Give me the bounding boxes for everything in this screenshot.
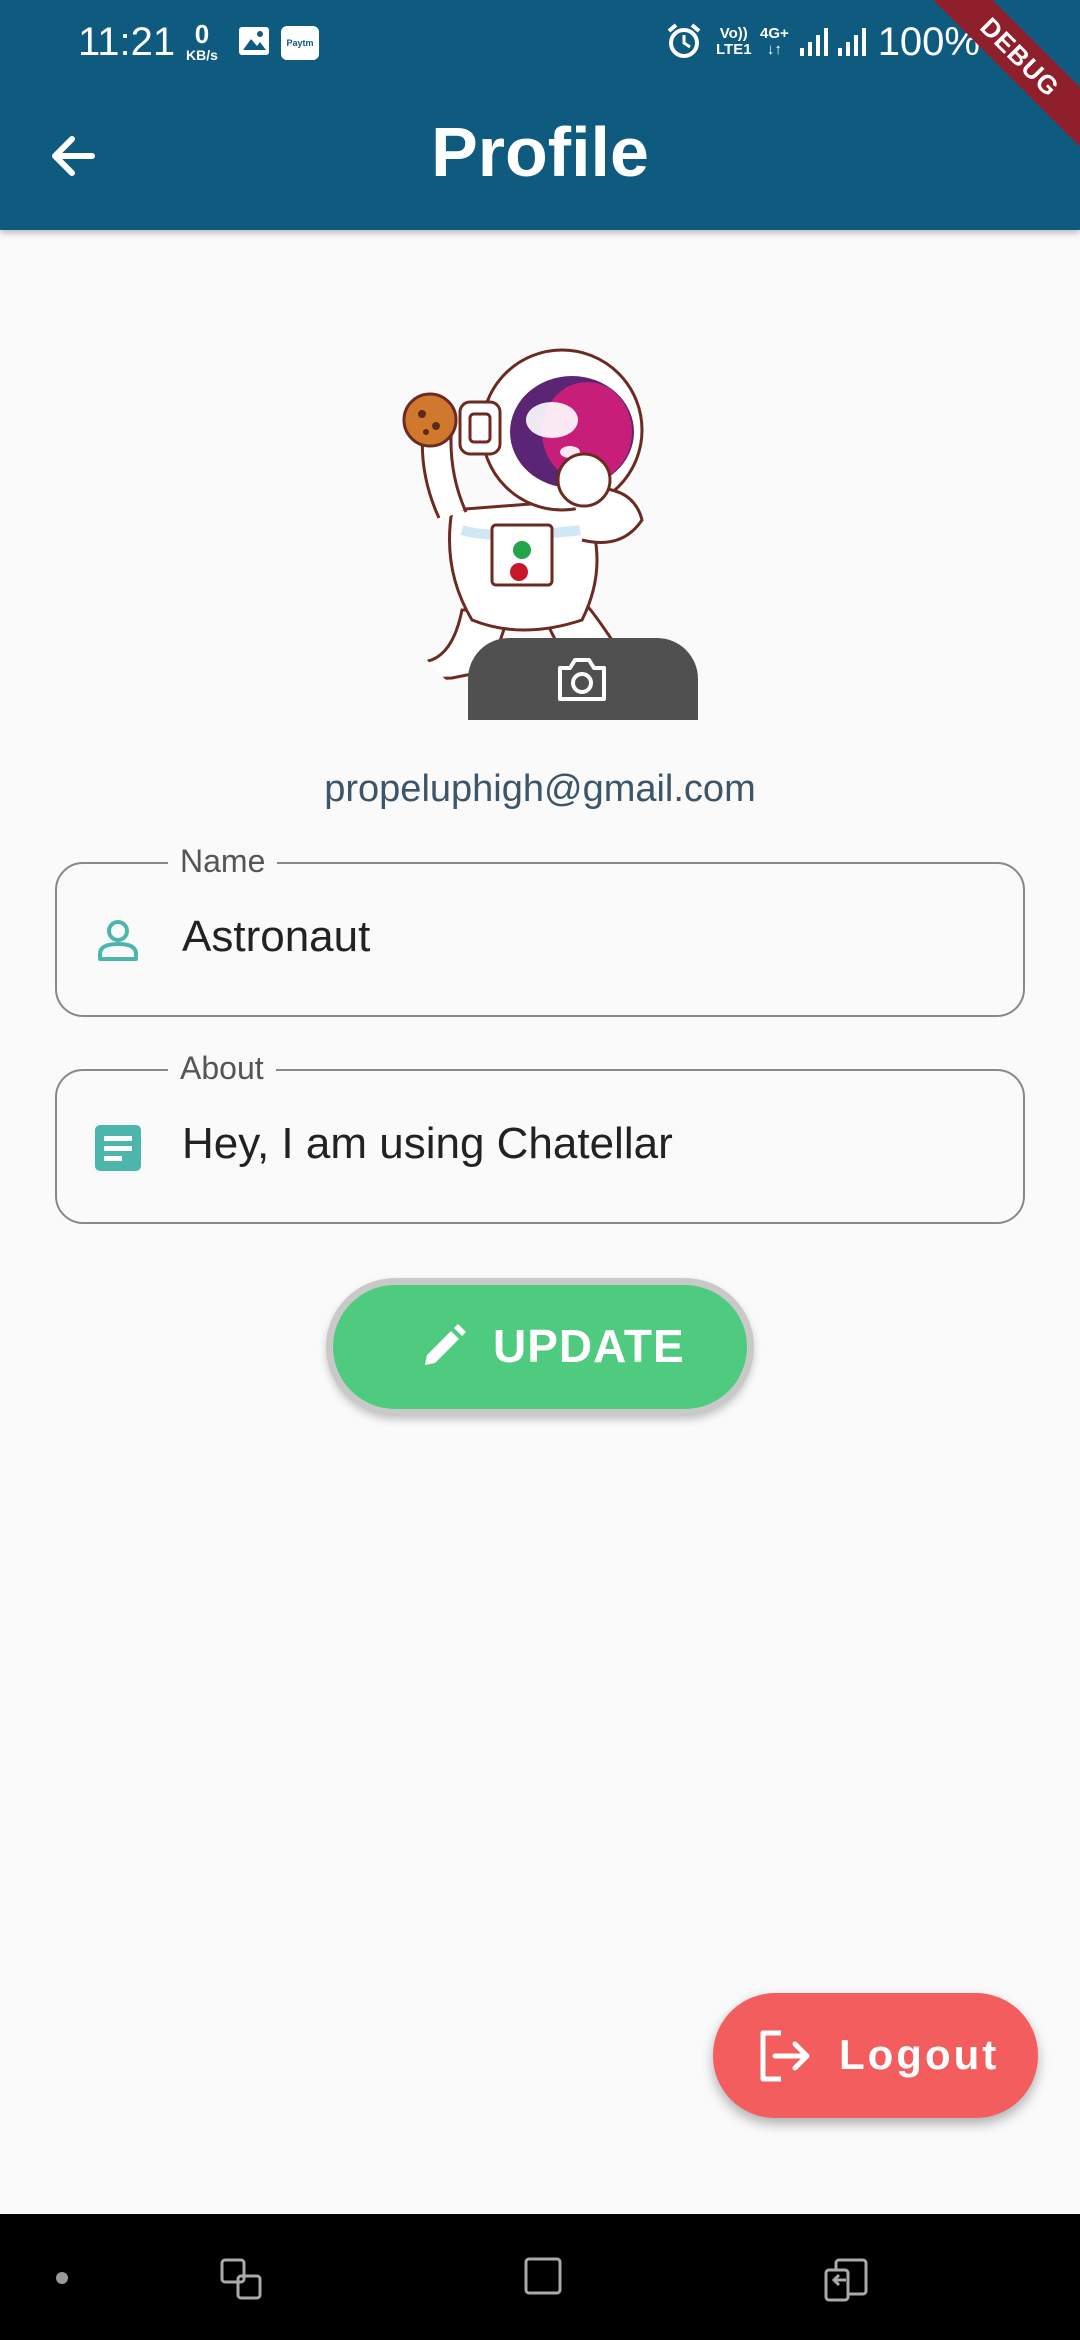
logout-button-label: Logout (839, 2031, 1000, 2078)
name-field[interactable]: Astronaut (55, 862, 1025, 1017)
network-type-indicator: 4G+ ↓↑ (760, 25, 789, 58)
page-title: Profile (431, 113, 649, 191)
person-icon (98, 920, 138, 961)
status-time: 11:21 (78, 20, 176, 64)
name-input[interactable]: Astronaut (182, 912, 370, 962)
edit-pencil-icon (425, 1324, 466, 1365)
about-field-label: About (168, 1050, 276, 1087)
name-field-label: Name (168, 843, 278, 880)
about-field[interactable]: Hey, I am using Chatellar (55, 1069, 1025, 1224)
signal-sim1-icon (800, 28, 828, 56)
gallery-notification-icon (239, 27, 269, 55)
network-speed: 0 KB/s (186, 19, 218, 63)
user-email: propeluphigh@gmail.com (324, 768, 756, 810)
app-bar: 11:21 0 KB/s Paytm Vo)) LTE1 4G+ ↓↑ 100%… (0, 0, 1080, 230)
signal-sim2-icon (838, 28, 866, 56)
volte-indicator: Vo)) LTE1 (716, 25, 752, 58)
nav-dot-icon[interactable] (54, 2270, 70, 2286)
camera-icon[interactable] (556, 654, 608, 704)
system-nav-bar (0, 2214, 1080, 2340)
back-nav-icon[interactable] (822, 2256, 870, 2304)
about-input[interactable]: Hey, I am using Chatellar (182, 1119, 673, 1169)
update-button-label: UPDATE (493, 1320, 685, 1372)
home-icon[interactable] (523, 2256, 563, 2296)
update-button[interactable]: UPDATE (326, 1278, 754, 1416)
paytm-notification-icon: Paytm (281, 26, 319, 60)
logout-button[interactable]: Logout (713, 1993, 1038, 2118)
description-icon (95, 1125, 141, 1171)
recent-apps-icon[interactable] (218, 2256, 266, 2304)
alarm-icon (667, 23, 701, 58)
logout-icon (760, 2030, 810, 2082)
